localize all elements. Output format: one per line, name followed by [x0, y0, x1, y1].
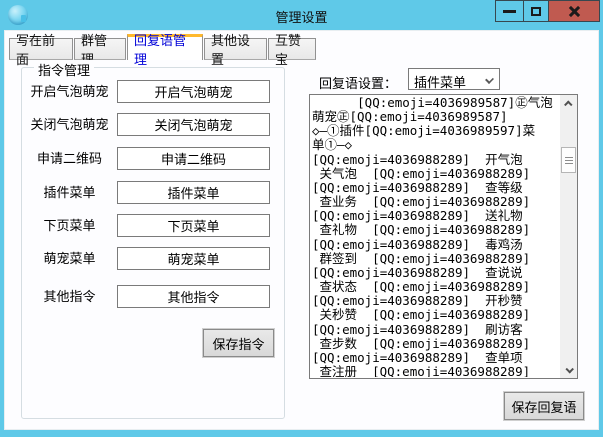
vertical-scrollbar[interactable] — [560, 95, 577, 378]
chevron-down-icon — [565, 365, 573, 373]
label-apply-qrcode: 申请二维码 — [22, 147, 117, 170]
scrollbar-thumb[interactable] — [561, 147, 576, 173]
maximize-button[interactable] — [523, 0, 549, 22]
reply-type-dropdown[interactable]: 插件菜单 — [408, 68, 500, 90]
label-pet-menu: 萌宠菜单 — [22, 247, 117, 270]
scrollbar-grip-icon — [565, 157, 573, 164]
tab-reply-management[interactable]: 回复语管理 — [127, 34, 203, 60]
input-next-page-menu[interactable] — [117, 214, 270, 237]
close-icon — [568, 5, 581, 18]
reply-text-content: [QQ:emoji=4036989587]㊣气泡 萌宠㊣[QQ:emoji=40… — [312, 96, 560, 377]
tab-group-management[interactable]: 群管理 — [74, 38, 126, 60]
label-close-bubble-pet: 关闭气泡萌宠 — [22, 113, 117, 136]
label-other-commands: 其他指令 — [22, 285, 117, 308]
input-apply-qrcode[interactable] — [117, 147, 270, 170]
input-plugin-menu[interactable] — [117, 181, 270, 204]
scroll-down-button[interactable] — [560, 361, 577, 378]
input-pet-menu[interactable] — [117, 247, 270, 270]
tab-label: 其他设置 — [211, 30, 260, 68]
label-next-page-menu: 下页菜单 — [22, 214, 117, 237]
input-close-bubble-pet[interactable] — [117, 113, 270, 136]
tab-other-settings[interactable]: 其他设置 — [204, 38, 267, 60]
minimize-button[interactable] — [495, 0, 524, 22]
chevron-down-icon — [485, 75, 494, 84]
save-reply-button[interactable]: 保存回复语 — [504, 392, 584, 420]
reply-textarea[interactable]: [QQ:emoji=4036989587]㊣气泡 萌宠㊣[QQ:emoji=40… — [309, 94, 578, 379]
tab-written-upfront[interactable]: 写在前面 — [9, 38, 73, 60]
management-settings-window: 管理设置 写在前面 群管理 回复语管理 其他设置 互赞宝 指令管理 开启气泡萌宠… — [0, 0, 603, 437]
input-other-commands[interactable] — [117, 285, 270, 308]
titlebar: 管理设置 — [0, 0, 603, 30]
dialog-content: 写在前面 群管理 回复语管理 其他设置 互赞宝 指令管理 开启气泡萌宠 关闭气泡… — [4, 30, 599, 430]
close-button[interactable] — [548, 0, 600, 22]
label-plugin-menu: 插件菜单 — [22, 181, 117, 204]
chevron-up-icon — [564, 100, 572, 108]
command-management-groupbox: 指令管理 开启气泡萌宠 关闭气泡萌宠 申请二维码 插件菜单 下页菜单 萌宠菜单 … — [21, 67, 285, 419]
label-open-bubble-pet: 开启气泡萌宠 — [22, 80, 117, 103]
tab-label: 互赞宝 — [275, 30, 309, 68]
tab-huzanbao[interactable]: 互赞宝 — [268, 38, 316, 60]
maximize-icon — [531, 7, 541, 16]
tab-label: 回复语管理 — [134, 30, 196, 68]
reply-settings-label: 回复语设置： — [319, 73, 397, 92]
dropdown-selected-value: 插件菜单 — [414, 72, 466, 91]
minimize-icon — [503, 10, 516, 13]
input-open-bubble-pet[interactable] — [117, 80, 270, 103]
scroll-up-button[interactable] — [560, 95, 577, 112]
groupbox-title: 指令管理 — [34, 60, 94, 79]
save-commands-button[interactable]: 保存指令 — [203, 329, 274, 357]
